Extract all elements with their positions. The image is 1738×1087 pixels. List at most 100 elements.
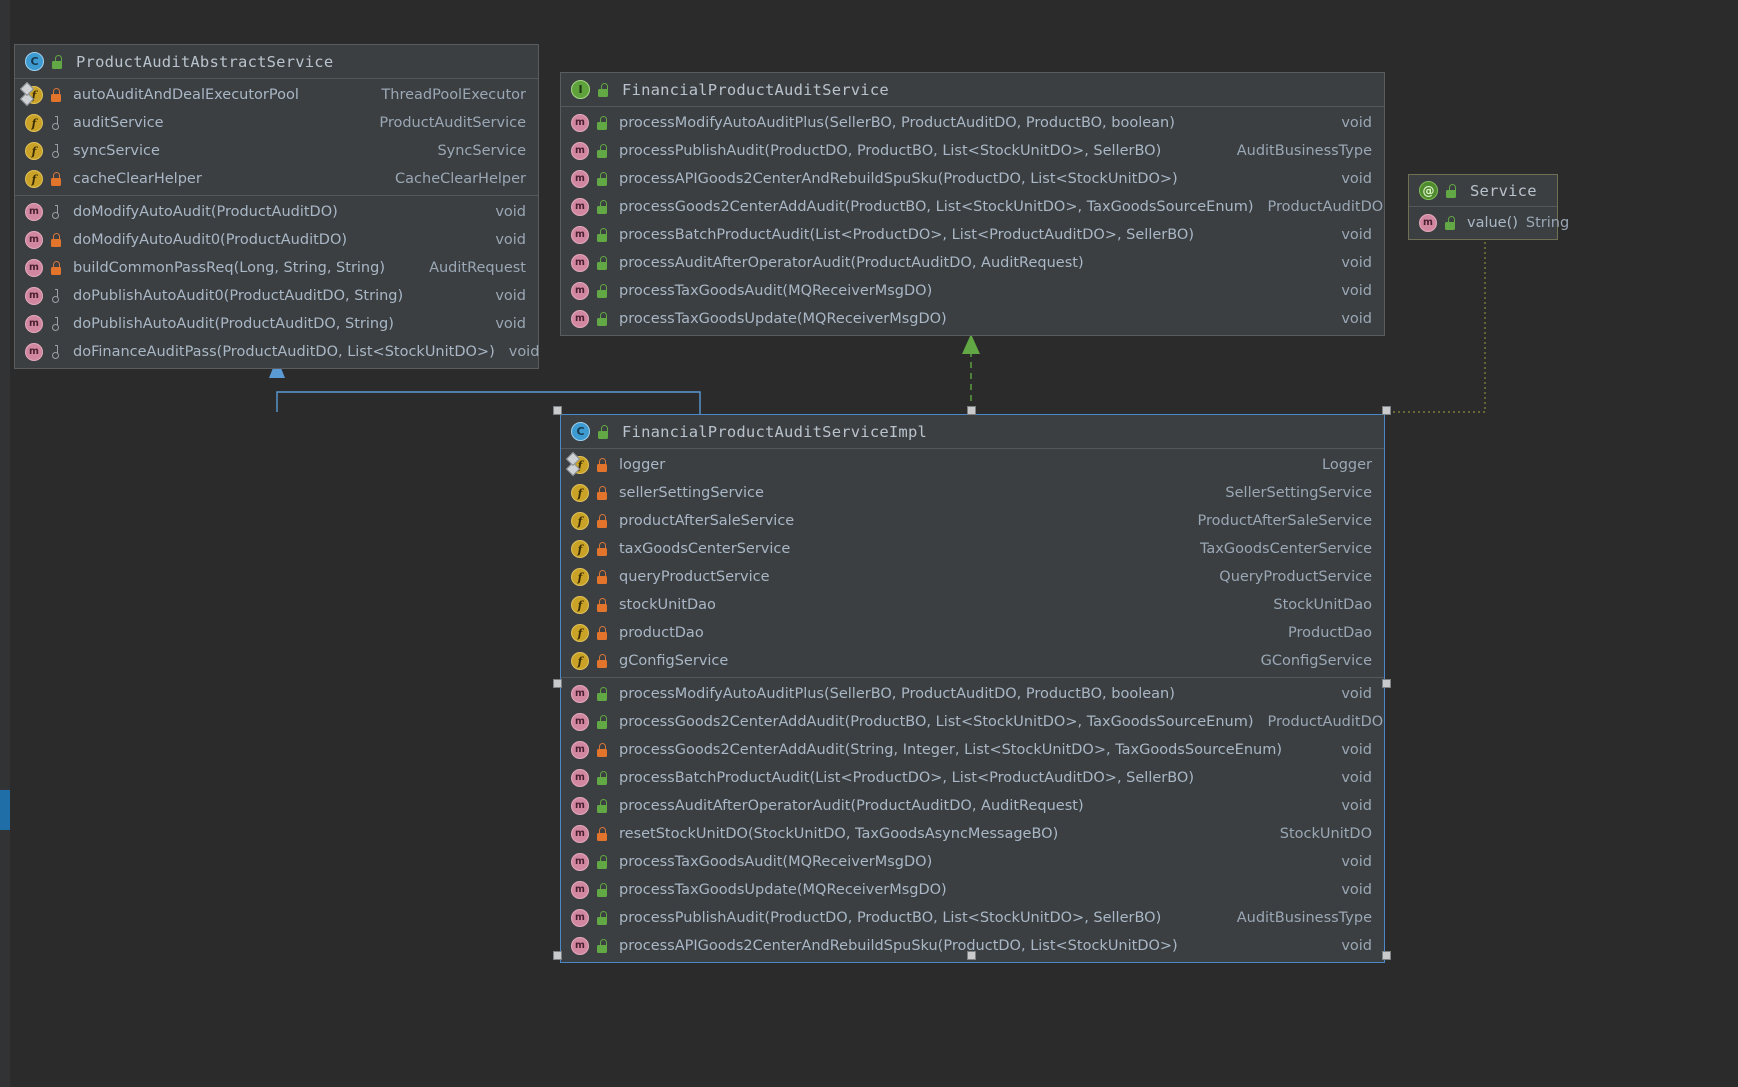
lock-private-icon xyxy=(596,626,608,640)
selection-handle-bottom-center[interactable] xyxy=(967,951,976,960)
member-name: productDao xyxy=(619,625,704,641)
member-row[interactable]: f taxGoodsCenterService TaxGoodsCenterServ… xyxy=(561,535,1384,563)
member-row[interactable]: m doFinanceAuditPass(ProductAuditDO, List… xyxy=(15,338,539,366)
member-row[interactable]: m processGoods2CenterAddAudit(ProductBO, … xyxy=(561,193,1384,221)
member-row[interactable]: m processPublishAudit(ProductDO, ProductB… xyxy=(561,904,1384,932)
methods-section: m doModifyAutoAudit(ProductAuditDO) void m d… xyxy=(15,195,539,368)
member-row[interactable]: m processGoods2CenterAddAudit(ProductBO, … xyxy=(561,708,1384,736)
member-row[interactable]: f cacheClearHelper CacheClearHelper xyxy=(15,165,538,193)
field-icon: f xyxy=(571,540,589,558)
member-row[interactable]: f queryProductService QueryProductService xyxy=(561,563,1384,591)
member-row[interactable]: f productDao ProductDao xyxy=(561,619,1384,647)
member-row[interactable]: f gConfigService GConfigService xyxy=(561,647,1384,675)
uml-diagram-canvas[interactable]: C ProductAuditAbstractService f autoAudit… xyxy=(0,0,1738,1087)
selection-handle-bottom-left[interactable] xyxy=(553,951,562,960)
realization-link-impl-to-interface xyxy=(962,334,980,412)
interface-node-financial-product-audit-service[interactable]: I FinancialProductAuditService m processM… xyxy=(560,72,1385,336)
member-row[interactable]: f autoAuditAndDealExecutorPool ThreadPoolE… xyxy=(15,81,538,109)
selection-handle-bottom-right[interactable] xyxy=(1382,951,1391,960)
methods-section: m processModifyAutoAuditPlus(SellerBO, Pr… xyxy=(561,107,1384,335)
member-name: resetStockUnitDO(StockUnitDO, TaxGoodsAs… xyxy=(619,826,1059,842)
member-name: processTaxGoodsAudit(MQReceiverMsgDO) xyxy=(619,283,933,299)
member-row[interactable]: f auditService ProductAuditService xyxy=(15,109,538,137)
annotation-node-service[interactable]: @ Service m value() String xyxy=(1408,174,1569,240)
method-icon: m xyxy=(571,825,589,843)
member-type: ProductAfterSaleService xyxy=(1197,513,1372,529)
member-row[interactable]: m processAuditAfterOperatorAudit(ProductA… xyxy=(561,249,1384,277)
method-icon: m xyxy=(571,170,589,188)
member-row[interactable]: m processAuditAfterOperatorAudit(ProductA… xyxy=(561,792,1384,820)
member-name: sellerSettingService xyxy=(619,485,764,501)
lock-private-icon xyxy=(596,598,608,612)
package-private-icon xyxy=(50,205,62,219)
member-name: processGoods2CenterAddAudit(ProductBO, L… xyxy=(619,199,1254,215)
member-type: void xyxy=(495,288,526,304)
member-type: void xyxy=(1341,171,1372,187)
methods-section: m processModifyAutoAuditPlus(SellerBO, Pr… xyxy=(561,677,1384,962)
selection-handle-middle-right[interactable] xyxy=(1382,679,1391,688)
member-type: void xyxy=(495,204,526,220)
member-row[interactable]: m doModifyAutoAudit0(ProductAuditDO) void xyxy=(15,226,538,254)
package-private-icon xyxy=(50,116,62,130)
member-row[interactable]: m processBatchProductAudit(List<ProductDO… xyxy=(561,221,1384,249)
member-name: processGoods2CenterAddAudit(ProductBO, L… xyxy=(619,714,1254,730)
method-icon: m xyxy=(25,343,43,361)
method-icon: m xyxy=(571,198,589,216)
member-row[interactable]: m processBatchProductAudit(List<ProductDO… xyxy=(561,764,1384,792)
member-name: productAfterSaleService xyxy=(619,513,795,529)
member-row[interactable]: m processGoods2CenterAddAudit(String, Int… xyxy=(561,736,1384,764)
member-row[interactable]: m processTaxGoodsAudit(MQReceiverMsgDO) vo… xyxy=(561,848,1384,876)
member-row[interactable]: m buildCommonPassReq(Long, String, String… xyxy=(15,254,538,282)
member-row[interactable]: m processTaxGoodsAudit(MQReceiverMsgDO) vo… xyxy=(561,277,1384,305)
member-type: StockUnitDO xyxy=(1279,826,1372,842)
member-name: logger xyxy=(619,457,666,473)
member-type: void xyxy=(495,316,526,332)
lock-private-icon xyxy=(596,458,608,472)
member-type: AuditBusinessType xyxy=(1236,143,1372,159)
selection-handle-top-left[interactable] xyxy=(553,406,562,415)
member-name: doModifyAutoAudit(ProductAuditDO) xyxy=(73,204,338,220)
member-row[interactable]: m processModifyAutoAuditPlus(SellerBO, Pr… xyxy=(561,109,1384,137)
members-section: m value() String xyxy=(1409,207,1569,239)
selection-handle-top-right[interactable] xyxy=(1382,406,1391,415)
member-row[interactable]: m processTaxGoodsUpdate(MQReceiverMsgDO) v… xyxy=(561,305,1384,333)
unlock-public-icon xyxy=(596,799,608,813)
annotation-node-header[interactable]: @ Service xyxy=(1409,175,1557,207)
member-row[interactable]: m resetStockUnitDO(StockUnitDO, TaxGoodsA… xyxy=(561,820,1384,848)
member-row[interactable]: m doPublishAutoAudit(ProductAuditDO, Stri… xyxy=(15,310,538,338)
member-type: GConfigService xyxy=(1260,653,1372,669)
member-name: processPublishAudit(ProductDO, ProductBO… xyxy=(619,143,1162,159)
member-row[interactable]: f sellerSettingService SellerSettingServic… xyxy=(561,479,1384,507)
member-name: doPublishAutoAudit(ProductAuditDO, Strin… xyxy=(73,316,394,332)
class-node-header[interactable]: C ProductAuditAbstractService xyxy=(15,45,538,79)
class-node-product-audit-abstract-service[interactable]: C ProductAuditAbstractService f autoAudit… xyxy=(14,44,539,369)
member-row[interactable]: f productAfterSaleService ProductAfterSale… xyxy=(561,507,1384,535)
annotation-title: Service xyxy=(1470,181,1537,200)
member-row[interactable]: f syncService SyncService xyxy=(15,137,538,165)
member-row[interactable]: f stockUnitDao StockUnitDao xyxy=(561,591,1384,619)
member-row[interactable]: m processAPIGoods2CenterAndRebuildSpuSku(… xyxy=(561,165,1384,193)
member-row[interactable]: m doModifyAutoAudit(ProductAuditDO) void xyxy=(15,198,538,226)
selection-handle-top-center[interactable] xyxy=(967,406,976,415)
annotation-link-impl-to-service xyxy=(1388,238,1486,413)
selection-handle-middle-left[interactable] xyxy=(553,679,562,688)
member-row[interactable]: m value() String xyxy=(1409,209,1569,237)
member-row[interactable]: f logger Logger xyxy=(561,451,1384,479)
member-row[interactable]: m processPublishAudit(ProductDO, ProductB… xyxy=(561,137,1384,165)
member-row[interactable]: m processTaxGoodsUpdate(MQReceiverMsgDO) v… xyxy=(561,876,1384,904)
lock-private-icon xyxy=(50,172,62,186)
method-icon: m xyxy=(571,310,589,328)
class-icon: C xyxy=(25,52,44,71)
unlock-public-icon xyxy=(596,116,608,130)
method-icon: m xyxy=(571,142,589,160)
member-name: buildCommonPassReq(Long, String, String) xyxy=(73,260,385,276)
interface-node-header[interactable]: I FinancialProductAuditService xyxy=(561,73,1384,107)
member-row[interactable]: m doPublishAutoAudit0(ProductAuditDO, Str… xyxy=(15,282,538,310)
class-node-header[interactable]: C FinancialProductAuditServiceImpl xyxy=(561,415,1384,449)
method-icon: m xyxy=(571,254,589,272)
member-row[interactable]: m processModifyAutoAuditPlus(SellerBO, Pr… xyxy=(561,680,1384,708)
field-icon: f xyxy=(571,484,589,502)
class-node-financial-product-audit-service-impl[interactable]: C FinancialProductAuditServiceImpl f logg… xyxy=(560,414,1385,963)
member-name: processTaxGoodsUpdate(MQReceiverMsgDO) xyxy=(619,882,947,898)
class-title: FinancialProductAuditServiceImpl xyxy=(622,422,928,441)
